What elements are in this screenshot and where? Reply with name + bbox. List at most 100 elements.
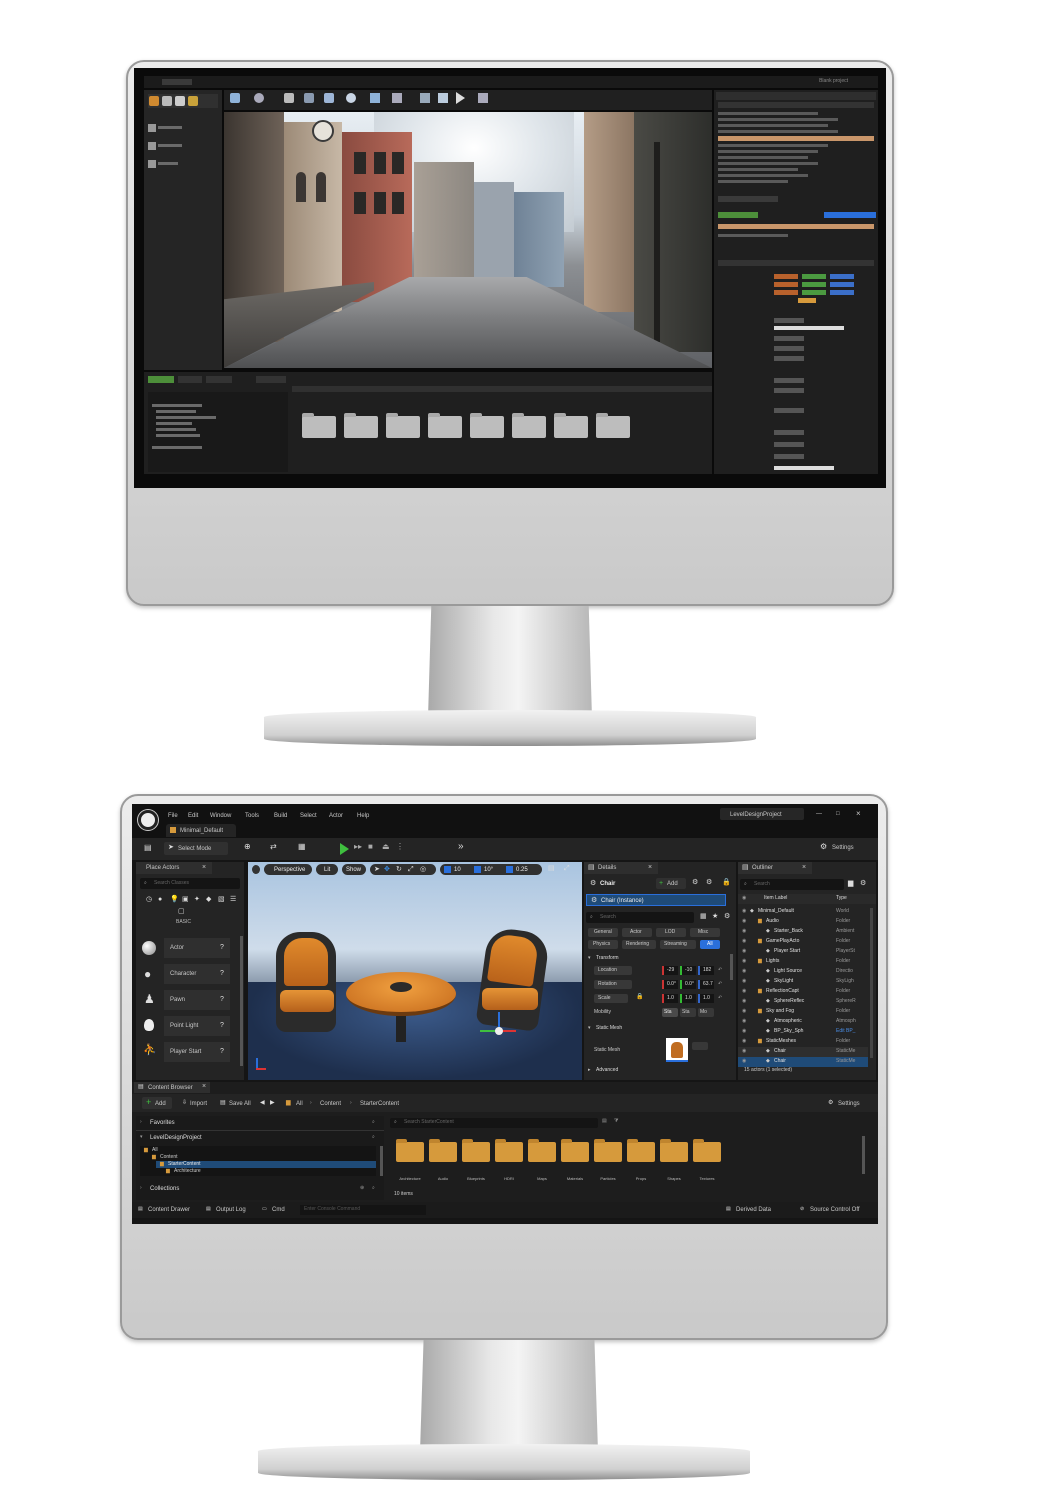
top-folder-2[interactable] [344,413,378,438]
row-visibility-icon[interactable]: ◉ [742,999,746,1004]
cb-save-search-icon[interactable]: ▤ [602,1119,607,1124]
world-space-icon[interactable]: ◎ [420,866,426,873]
row-visibility-icon[interactable]: ◉ [742,949,746,954]
top-folder-8[interactable] [596,413,630,438]
tree-scrollbar[interactable] [380,1146,383,1176]
menu-build[interactable]: Build [274,813,287,819]
blueprint-icon[interactable]: ⇄ [270,843,277,851]
asset-folder-icon[interactable] [495,1139,523,1162]
chair-left[interactable] [268,932,346,1042]
filter-misc[interactable]: Misc [690,928,720,937]
favorites-search-icon[interactable]: ⌕ [372,1120,375,1125]
outliner-row[interactable]: ◉ ◆ Chair StaticMe [738,1057,868,1067]
lit-button[interactable]: Lit [316,864,338,875]
cb-settings-icon[interactable]: ⚙ [828,1100,833,1106]
cb-import-button[interactable]: Import [190,1101,207,1107]
details-lock-icon[interactable]: 🔒 [722,879,731,886]
static-mesh-thumbnail[interactable] [666,1038,688,1062]
tree-all[interactable]: All [152,1148,158,1153]
grid-snap-value[interactable]: 10 [454,867,461,873]
player-start-help-icon[interactable]: ? [220,1048,224,1055]
top-mode-foliage-icon[interactable] [188,96,198,106]
outliner-row[interactable]: ◉ ▆ StaticMeshes Folder [738,1037,868,1047]
shapes-icon[interactable]: ● [158,896,162,903]
output-log-button[interactable]: Output Log [216,1207,246,1213]
top-folder-1[interactable] [302,413,336,438]
scale-snap-value[interactable]: 0.25 [516,867,528,873]
top-play-icon[interactable] [456,92,465,104]
outliner-settings-icon[interactable]: ⚙ [860,880,866,887]
save-all-icon[interactable]: ▤ [220,1100,226,1106]
row-visibility-icon[interactable]: ◉ [742,1059,746,1064]
row-visibility-icon[interactable]: ◉ [742,919,746,924]
top-add-component-button[interactable] [718,212,758,218]
row-visibility-icon[interactable]: ◉ [742,969,746,974]
visual-effects-icon[interactable]: ✦ [194,896,200,903]
blueprint-convert-icon[interactable]: ⚙ [692,879,698,886]
scale-snap-icon[interactable] [506,866,513,873]
top-settings-icon[interactable] [324,93,334,103]
minimize-icon[interactable]: — [816,811,822,817]
asset-folder-icon[interactable] [594,1139,622,1162]
recent-icon[interactable]: ◷ [146,896,152,903]
maximize-viewport-icon[interactable]: ⤢ [564,865,570,872]
rotation-dropdown[interactable]: Rotation [594,980,632,989]
unreal-logo-icon[interactable] [138,810,158,830]
menu-file[interactable]: File [168,813,178,819]
filter-actor[interactable]: Actor [622,928,652,937]
collections-add-icon[interactable]: ⊕ [360,1186,364,1191]
outliner-row[interactable]: ◉ ◆ Chair StaticMe [738,1047,868,1057]
menu-edit[interactable]: Edit [188,813,198,819]
tree-content[interactable]: Content [160,1155,178,1160]
actor-item-character[interactable]: ● Character ? [140,964,234,986]
select-mode-button[interactable]: ➤ Select Mode [164,842,228,855]
asset-folder-icon[interactable] [528,1139,556,1162]
rotation-x-field[interactable]: 0.0° [662,980,678,989]
top-folder-6[interactable] [512,413,546,438]
more-options-icon[interactable]: ⋮ [396,843,404,851]
row-visibility-icon[interactable]: ◉ [742,1019,746,1024]
settings-label[interactable]: Settings [832,845,854,851]
location-y-field[interactable]: -10 [680,966,696,975]
favorites-label[interactable]: Favorites [150,1120,175,1126]
filter-physics[interactable]: Physics [588,940,618,949]
cinematic-icon[interactable]: ▣ [182,896,189,903]
rotation-snap-value[interactable]: 10° [484,867,493,873]
outliner-row[interactable]: ◉ ▆ Sky and Fog Folder [738,1007,868,1017]
menu-actor[interactable]: Actor [329,813,343,819]
project-search-icon[interactable]: ⌕ [372,1135,375,1140]
basic-icon[interactable]: ▢ [178,908,185,915]
asset-folder-icon[interactable] [561,1139,589,1162]
top-level-tab[interactable] [162,79,192,85]
menu-select[interactable]: Select [300,813,317,819]
source-control-button[interactable]: Source Control Off [810,1207,860,1213]
place-actors-close-icon[interactable]: × [202,864,206,871]
outliner-folder-icon[interactable]: ▆ [848,880,853,887]
eject-icon[interactable]: ⏏ [382,843,390,851]
cb-save-all-button[interactable]: Save All [229,1101,251,1107]
menu-help[interactable]: Help [357,813,369,819]
add-content-icon[interactable]: ⊕ [244,843,251,851]
perspective-button[interactable]: Perspective [264,864,312,875]
top-viewport[interactable] [224,112,712,368]
row-visibility-icon[interactable]: ◉ [742,979,746,984]
round-table[interactable] [346,972,456,1042]
character-help-icon[interactable]: ? [220,970,224,977]
project-expand-icon[interactable]: ▾ [140,1135,143,1140]
cb-settings-label[interactable]: Settings [838,1101,860,1107]
rotation-y-field[interactable]: 0.0° [680,980,696,989]
top-launch-prep-icon[interactable] [438,93,448,103]
stop-icon[interactable]: ■ [368,843,373,851]
outliner-row[interactable]: ◉ ▆ Lights Folder [738,957,868,967]
cb-filter-icon[interactable]: ⧩ [614,1119,618,1124]
scale-y-field[interactable]: 1.0 [680,994,696,1003]
outliner-row[interactable]: ◉ ◆ Atmospheric Atmosph [738,1017,868,1027]
close-icon[interactable]: × [856,810,861,818]
viewport-options-icon[interactable] [252,865,260,874]
scale-x-field[interactable]: 1.0 [662,994,678,1003]
scale-z-field[interactable]: 1.0 [698,994,714,1003]
top-marketplace-icon[interactable] [304,93,314,103]
level-tab[interactable]: Minimal_Default [166,824,236,837]
top-folder-7[interactable] [554,413,588,438]
top-folder-3[interactable] [386,413,420,438]
